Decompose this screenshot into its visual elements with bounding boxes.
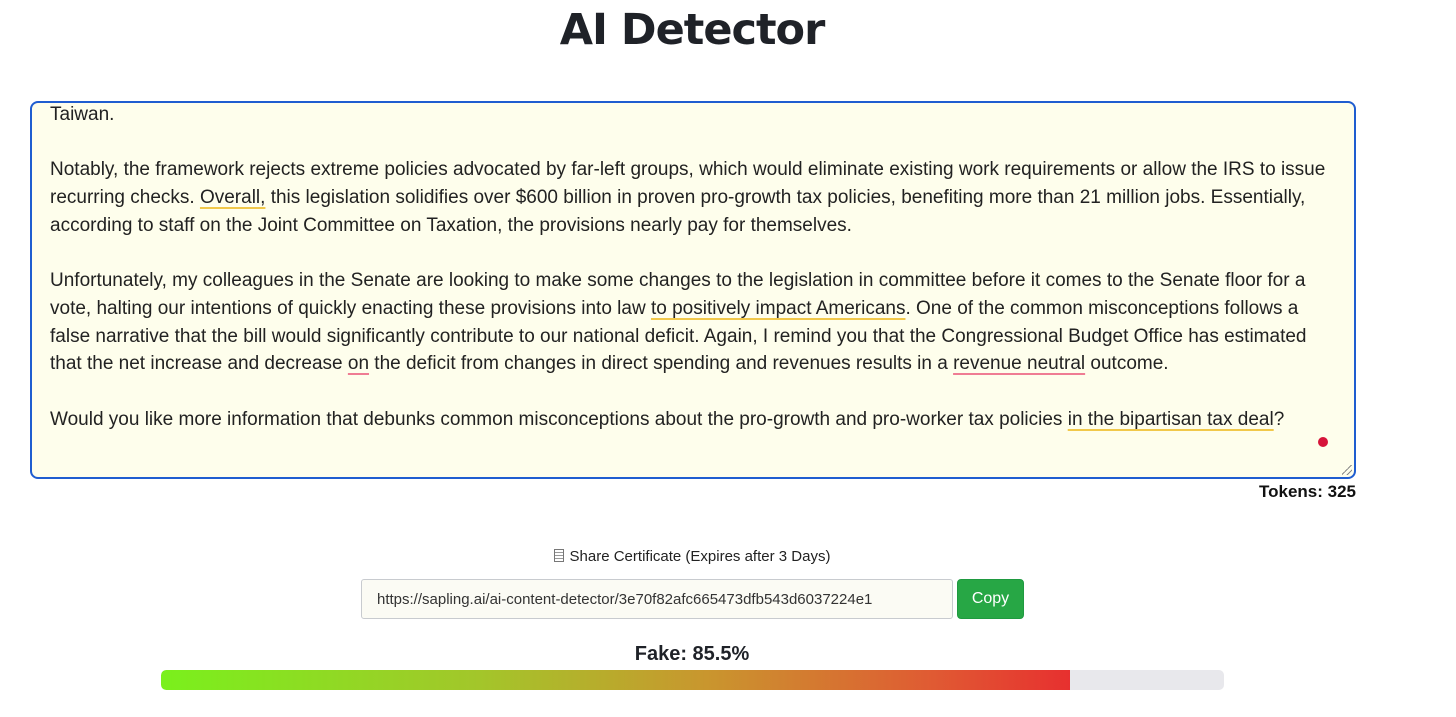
text-editor[interactable]: Taiwan. Notably, the framework rejects ex… [30,101,1356,479]
fake-score-bar [161,670,1224,690]
highlight-ai-phrase: to positively impact Americans [650,297,906,319]
editor-text-run: Taiwan. [50,104,115,125]
editor-text-run: Would you like more information that deb… [50,408,1068,430]
page-title: AI Detector [559,5,826,55]
status-dot-icon [1318,437,1328,447]
copy-button[interactable]: Copy [957,579,1024,619]
editor-paragraph: Would you like more information that deb… [50,406,1340,434]
highlight-ai-phrase: Overall, [199,187,266,209]
fake-score-bar-fill [161,670,1070,690]
editor-paragraph: Notably, the framework rejects extreme p… [50,156,1340,239]
share-url-field[interactable] [361,579,953,619]
share-certificate-text: Share Certificate (Expires after 3 Days) [569,548,831,565]
resize-handle-icon[interactable] [1342,465,1352,475]
fake-score-label: Fake: 85.5% [634,643,750,665]
editor-text-run: outcome. [1085,353,1169,375]
editor-text-run: the deficit from changes in direct spend… [369,353,954,375]
highlight-flagged-phrase: revenue neutral [953,353,1086,375]
share-certificate-label: Share Certificate (Expires after 3 Days) [0,548,1384,565]
editor-paragraph: Unfortunately, my colleagues in the Sena… [50,267,1340,378]
highlight-flagged-phrase: on [347,353,370,375]
editor-text-run: ? [1273,408,1285,430]
editor-content[interactable]: Taiwan. Notably, the framework rejects ex… [50,103,1340,461]
document-icon [553,549,564,562]
highlight-ai-phrase: in the bipartisan tax deal [1067,408,1274,430]
editor-paragraph: Taiwan. [50,103,1340,129]
token-count: Tokens: 325 [1258,482,1356,501]
